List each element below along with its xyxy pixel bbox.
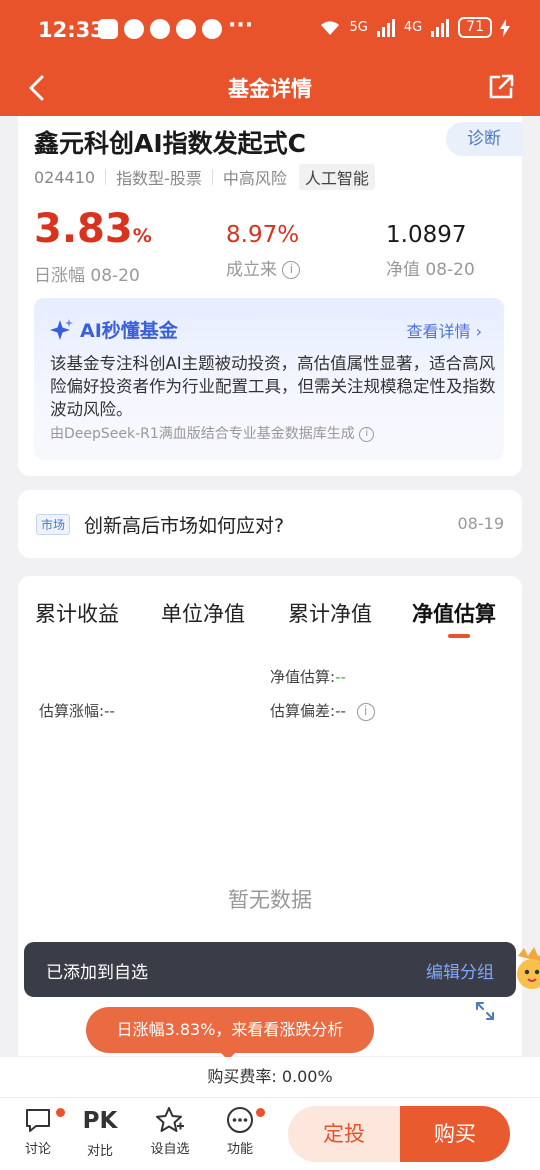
tab-unit-nav[interactable]: 单位净值 [161,598,245,628]
fund-code: 024410 [34,167,96,187]
notification-dot [256,1108,265,1117]
ai-summary-header: AI秒懂基金 [50,316,178,343]
functions-button[interactable]: 功能 [215,1106,265,1157]
nav-label: 净值 08-20 [386,260,475,280]
diagnose-button[interactable]: 诊断 [446,122,522,156]
fund-risk: 中高风险 [222,169,287,188]
battery-icon: 71 [458,17,492,38]
tab-cumulative-nav[interactable]: 累计净值 [288,598,372,628]
charging-icon [500,18,510,37]
functions-label: 功能 [226,1142,253,1157]
fund-theme-tag[interactable]: 人工智能 [298,164,375,190]
wifi-icon [321,20,340,35]
fund-info-card: 鑫元科创AI指数发起式C 诊断 024410 指数型-股票 中高风险 人工智能 … [18,116,522,476]
ai-view-details-label: 查看详情 [406,322,471,341]
status-indicators: 5G 4G 71 [319,17,510,38]
nav-estimate-label: 净值估算: [270,668,336,686]
app-notification-icon [124,19,144,39]
nav-estimate-value: -- [335,668,346,686]
buy-button[interactable]: 购买 [400,1106,510,1162]
news-title: 创新高后市场如何应对? [84,515,285,537]
signal-4g-icon: 4G [403,20,423,35]
divider [105,169,107,185]
nav-metric: 1.0897 净值 08-20 [386,220,475,280]
tab-nav-estimate[interactable]: 净值估算 [412,598,496,628]
since-inception-value: 8.97% [226,222,300,248]
info-icon[interactable]: i [282,261,301,279]
share-icon[interactable] [486,72,516,102]
fund-type: 指数型-股票 [116,169,202,188]
star-plus-icon [156,1107,184,1132]
fund-tags: 024410 指数型-股票 中高风险 人工智能 [34,164,375,190]
toast-message: 已添加到自选 [46,963,148,983]
news-card[interactable]: 市场 创新高后市场如何应对? 08-19 [18,490,522,558]
change-estimate-label: 估算涨幅: [39,702,105,720]
compare-label: 对比 [86,1144,113,1159]
deviation-label: 估算偏差: [270,702,336,720]
notification-icons [98,19,222,39]
change-estimate-row: 估算涨幅:-- [39,700,115,721]
more-notifications-icon: ··· [228,13,254,38]
expand-icon[interactable] [474,1000,496,1022]
active-tab-indicator [448,634,470,638]
edit-group-button[interactable]: 编辑分组 [426,958,494,983]
since-inception-metric: 8.97% 成立来 i [226,220,301,280]
discuss-label: 讨论 [24,1142,51,1157]
pk-icon: PK [82,1108,118,1134]
bottom-action-bar: 讨论 PK 对比 设自选 功能 定投 购买 [0,1097,540,1170]
add-watchlist-button[interactable]: 设自选 [145,1106,195,1157]
deviation-value: -- [335,702,346,720]
divider [211,169,213,185]
daily-change-unit: % [132,225,152,247]
since-inception-label: 成立来 [226,260,277,280]
ai-source-text: 由DeepSeek-R1满血版结合专业基金数据库生成 [50,426,355,442]
daily-change-metric: 3.83% 日涨幅 08-20 [34,206,152,286]
news-tag: 市场 [36,514,71,535]
notification-dot [56,1108,65,1117]
no-data-message: 暂无数据 [228,888,312,912]
nav-estimate-row: 净值估算:-- [270,666,346,687]
tab-cumulative-return[interactable]: 累计收益 [35,598,119,628]
ai-summary-text: 该基金专注科创AI主题被动投资，高估值属性显著，适合高风险偏好投资者作为行业配置… [50,354,496,419]
more-functions-icon [227,1107,253,1133]
fixed-invest-button[interactable]: 定投 [288,1106,400,1162]
ai-summary-box[interactable]: AI秒懂基金 查看详情 › 该基金专注科创AI主题被动投资，高估值属性显著，适合… [34,298,504,460]
change-estimate-value: -- [104,702,115,720]
discuss-button[interactable]: 讨论 [13,1106,65,1157]
chat-bubble-icon [26,1109,50,1132]
chevron-right-icon: › [475,322,482,341]
purchase-fee-bar: 购买费率: 0.00% [0,1057,540,1097]
app-notification-icon [150,19,170,39]
nav-bar: 基金详情 [0,60,540,116]
signal-bars-icon [376,18,395,37]
ai-view-details-link[interactable]: 查看详情 › [406,318,482,342]
app-notification-icon [98,19,118,39]
info-icon[interactable]: i [359,426,375,442]
page-title: 基金详情 [228,77,312,101]
fund-name: 鑫元科创AI指数发起式C [34,129,306,158]
add-watchlist-label: 设自选 [150,1142,190,1157]
status-time: 12:33 [38,18,105,42]
ai-summary-title: AI秒懂基金 [80,320,178,342]
app-notification-icon [202,19,222,39]
nav-value: 1.0897 [386,222,467,248]
mascot-icon[interactable] [510,946,540,992]
daily-change-value: 3.83 [34,206,133,252]
change-analysis-bubble[interactable]: 日涨幅3.83%，来看看涨跌分析 [86,1007,374,1053]
info-icon[interactable]: i [356,702,375,721]
news-date: 08-19 [457,514,505,533]
compare-button[interactable]: PK 对比 [75,1106,125,1159]
ai-source-note: 由DeepSeek-R1满血版结合专业基金数据库生成 i [50,423,375,443]
sparkle-icon [50,318,73,340]
chat-notification-icon [176,19,196,39]
signal-5g-icon: 5G [349,20,368,35]
deviation-estimate-row: 估算偏差:-- i [270,700,375,721]
toast-added-to-watchlist: 已添加到自选 编辑分组 [24,942,516,997]
signal-bars-icon [431,18,450,37]
status-bar: 12:33 ··· 5G 4G 71 [0,0,540,60]
daily-change-label: 日涨幅 08-20 [34,266,140,286]
